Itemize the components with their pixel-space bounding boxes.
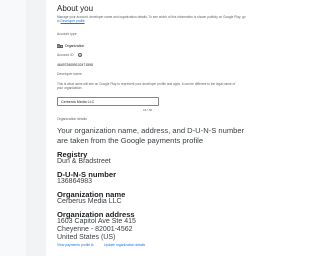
organization-address-line-3: United States (US) — [57, 234, 116, 241]
help-icon[interactable]: ? — [78, 52, 82, 58]
registry-value: Dun & Bradstreet — [57, 158, 111, 165]
developer-name-input[interactable]: Cerberus Media LLC — [57, 97, 159, 106]
view-payments-profile-link[interactable]: View payments profile ⧉ — [57, 243, 93, 247]
developer-name-description: This is what users will see on Google Pl… — [57, 82, 236, 90]
organization-name-value: Cerberus Media LLC — [57, 198, 122, 205]
update-organization-details-link[interactable]: Update organization details — [104, 243, 145, 247]
page-frame: About you Manage your account, developer… — [0, 0, 256, 256]
account-type-label: Account type — [57, 32, 77, 36]
organization-details-label: Organization details — [57, 117, 87, 121]
developer-name-counter: 18 / 50 — [143, 107, 153, 112]
organization-address-line-1: 1603 Capitol Ave Ste 415 — [57, 218, 136, 225]
organization-icon — [57, 44, 63, 48]
organization-address-line-2: Cheyenne - 82001-4562 — [57, 226, 133, 233]
developer-profile-link[interactable]: Developer profile — [61, 19, 85, 23]
organization-details-headline: Your organization name, address, and D-U… — [57, 126, 245, 145]
developer-name-label: Developer name — [57, 72, 82, 76]
intro-text: Manage your account, developer name and … — [57, 15, 247, 23]
open-in-new-icon: ⧉ — [91, 243, 94, 247]
view-payments-profile-label: View payments profile — [57, 243, 91, 247]
duns-value: 136864983 — [57, 178, 93, 185]
account-id-value: 4649726059102471598 — [57, 62, 93, 67]
intro-text-body: Manage your account, developer name and … — [57, 15, 246, 23]
section-title: About you — [57, 4, 94, 13]
left-gutter — [0, 0, 26, 256]
account-type-value: Organization — [65, 43, 85, 48]
account-id-label: Account ID — [57, 53, 74, 57]
